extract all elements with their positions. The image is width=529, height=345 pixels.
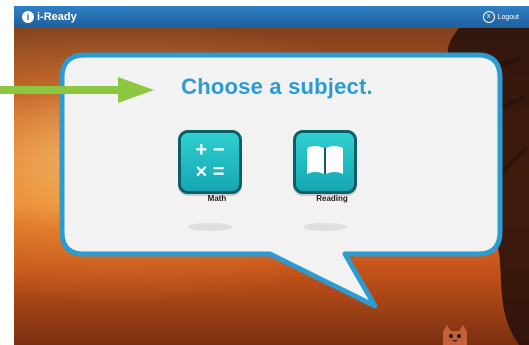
tile-reflection (303, 223, 347, 231)
speech-bubble (59, 52, 503, 309)
book-icon (307, 146, 343, 174)
subject-label-math: Math (207, 194, 227, 203)
page-title: Choose a subject. (181, 74, 373, 99)
green-arrow-indicator (0, 77, 154, 103)
math-subject-tile[interactable]: + − × = (178, 130, 242, 194)
tile-reflection (188, 223, 232, 231)
math-symbols-icon: + − × = (195, 139, 225, 183)
subject-label-reading: Reading (316, 194, 348, 203)
reading-subject-tile[interactable] (293, 130, 357, 194)
cat-character-decoration (443, 325, 467, 345)
